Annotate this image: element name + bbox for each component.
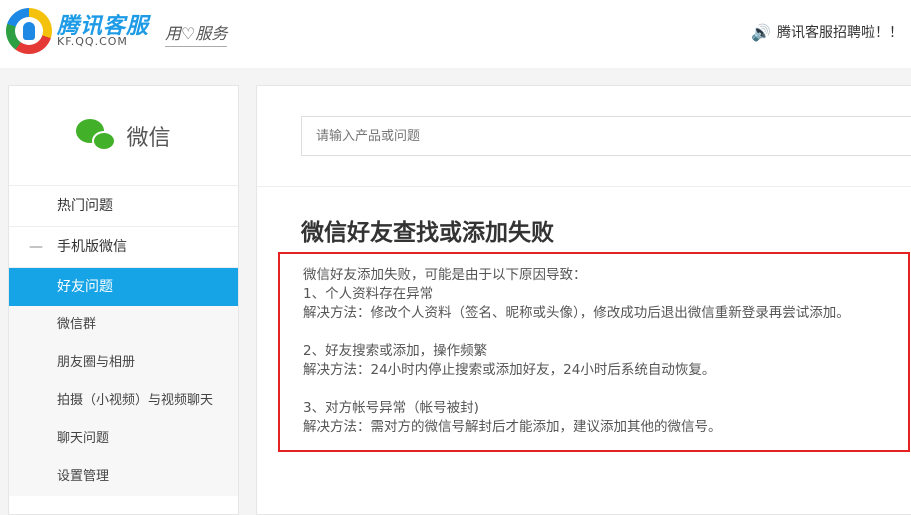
- article-title: 微信好友查找或添加失败: [301, 220, 554, 246]
- body-line: 解决方法：需对方的微信号解封后才能添加，建议添加其他的微信号。: [303, 419, 722, 435]
- recruit-notice-link[interactable]: 🔊 腾讯客服招聘啦！！: [751, 22, 903, 42]
- sidebar-title: 微信: [126, 125, 171, 151]
- sidebar-subitem-video[interactable]: 拍摄（小视频）与视频聊天: [9, 382, 238, 420]
- main-content: 微信好友查找或添加失败 微信好友添加失败，可能是由于以下原因导致： 1、个人资料…: [256, 85, 911, 515]
- sidebar-subitem-moments[interactable]: 朋友圈与相册: [9, 344, 238, 382]
- wechat-icon: [76, 118, 118, 153]
- body-line: 1、个人资料存在异常: [303, 286, 434, 302]
- body-line: 解决方法：24小时内停止搜索或添加好友，24小时后系统自动恢复。: [303, 362, 716, 378]
- body-line: 解决方法：修改个人资料（签名、昵称或头像），修改成功后退出微信重新登录再尝试添加…: [303, 305, 850, 321]
- body-line: [303, 380, 850, 399]
- sidebar-subitem-friends[interactable]: 好友问题: [9, 268, 238, 306]
- sidebar-item-label: 热门问题: [57, 198, 113, 214]
- body-line: 3、对方帐号异常（帐号被封): [303, 400, 479, 416]
- slogan: 用♡服务: [165, 20, 228, 47]
- body-line: [303, 323, 850, 342]
- sidebar-subitem-groups[interactable]: 微信群: [9, 306, 238, 344]
- speaker-icon: 🔊: [751, 22, 771, 42]
- notice-text: 腾讯客服招聘啦！！: [777, 25, 903, 41]
- sidebar-subitem-chat[interactable]: 聊天问题: [9, 420, 238, 458]
- sidebar-item-hot[interactable]: 热门问题: [9, 186, 238, 227]
- divider: [257, 186, 911, 187]
- sidebar-header: 微信: [9, 86, 238, 186]
- brand-domain: KF.QQ.COM: [57, 35, 128, 48]
- collapse-icon[interactable]: —: [29, 227, 43, 268]
- body-line: 2、好友搜索或添加，操作频繁: [303, 343, 488, 359]
- sidebar: 微信 热门问题 — 手机版微信 好友问题 微信群 朋友圈与相册 拍摄（小视频）与视…: [8, 85, 239, 515]
- highlight-box: 微信好友添加失败，可能是由于以下原因导致： 1、个人资料存在异常 解决方法：修改…: [278, 252, 910, 452]
- search-input[interactable]: [301, 116, 911, 156]
- header: 腾讯客服 KF.QQ.COM 用♡服务 🔊 腾讯客服招聘啦！！: [0, 0, 911, 68]
- tencent-logo-icon[interactable]: [6, 8, 52, 54]
- sidebar-subitem-settings[interactable]: 设置管理: [9, 458, 238, 496]
- sidebar-item-mobile-wechat[interactable]: — 手机版微信: [9, 227, 238, 268]
- body-line: 微信好友添加失败，可能是由于以下原因导致：: [303, 267, 587, 283]
- article-body: 微信好友添加失败，可能是由于以下原因导致： 1、个人资料存在异常 解决方法：修改…: [303, 266, 850, 437]
- sidebar-item-label: 手机版微信: [57, 239, 127, 255]
